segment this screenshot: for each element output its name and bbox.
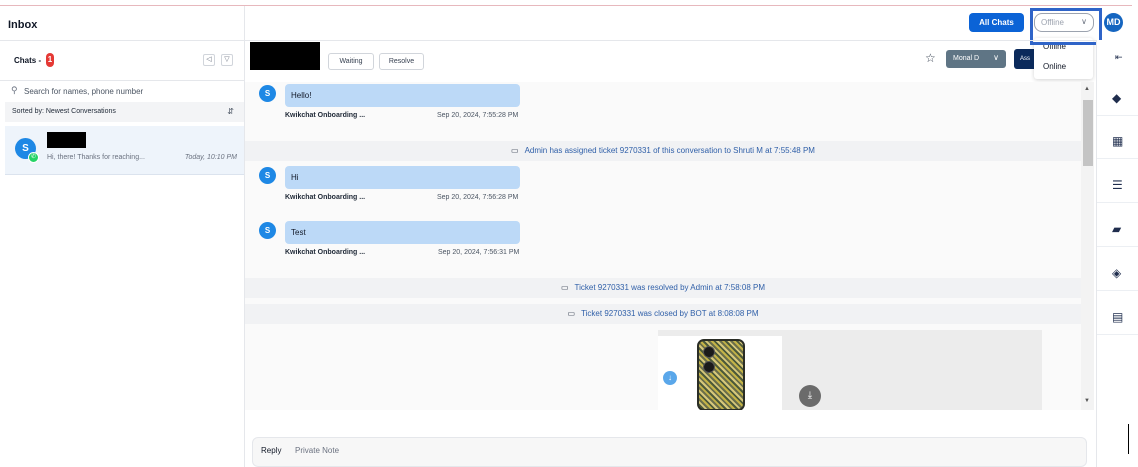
message-time: Sep 20, 2024, 7:56:31 PM <box>438 249 520 256</box>
message-avatar: S <box>259 85 276 102</box>
message-bubble: Test <box>285 221 520 244</box>
collapse-icon[interactable]: ⇤ <box>1115 52 1123 63</box>
message-thread: S Hello! Kwikchat Onboarding ... Sep 20,… <box>245 82 1081 410</box>
divider <box>0 80 244 81</box>
agent-select[interactable]: Monal D ∨ <box>946 50 1006 68</box>
search-icon: ⚲ <box>11 85 18 95</box>
system-event-text: Ticket 9270331 was closed by BOT at 8:08… <box>581 309 759 318</box>
message-time: Sep 20, 2024, 7:56:28 PM <box>437 194 519 201</box>
redacted-contact-name <box>47 132 86 148</box>
system-event-row: ▭ Ticket 9270331 was resolved by Admin at… <box>245 278 1081 298</box>
download-icon[interactable]: ⤓ <box>799 385 821 407</box>
chevron-down-icon: ∨ <box>993 53 999 62</box>
calendar-icon: ▦ <box>1112 134 1124 148</box>
conversation-preview: Hi, there! Thanks for reaching... <box>47 154 145 161</box>
user-avatar[interactable]: MD <box>1104 13 1123 32</box>
edge-line <box>1128 424 1129 454</box>
rail-item-list[interactable]: ☰ <box>1097 168 1138 203</box>
camera-lens <box>703 361 715 373</box>
rail-item-orders[interactable]: ▰ <box>1097 212 1138 247</box>
document-icon: ▤ <box>1112 310 1124 324</box>
system-event-row: ▭ Admin has assigned ticket 9270331 of th… <box>245 141 1081 161</box>
message-sender: Kwikchat Onboarding ... <box>285 194 366 201</box>
message-sender: Kwikchat Onboarding ... <box>285 112 366 119</box>
archive-icon: ▭ <box>511 146 519 155</box>
mute-icon[interactable]: ◁ <box>203 54 215 66</box>
all-chats-button[interactable]: All Chats <box>969 13 1024 32</box>
chat-app: Inbox Chats - 1 ◁ ▽ ⚲ Sorted by: Newest … <box>0 0 1138 467</box>
sort-label: Sorted by: Newest Conversations <box>12 108 116 115</box>
system-event-row: ▭ Ticket 9270331 was closed by BOT at 8:0… <box>245 304 1081 324</box>
inbox-title: Inbox <box>8 19 38 31</box>
message-time: Sep 20, 2024, 7:55:28 PM <box>437 112 519 119</box>
scroll-up-icon[interactable]: ▲ <box>1084 86 1090 92</box>
conversation-time: Today, 10:10 PM <box>184 154 237 161</box>
tags-icon: ◈ <box>1112 266 1122 280</box>
divider <box>0 40 244 41</box>
download-icon[interactable]: ↓ <box>663 371 677 385</box>
divider <box>245 40 1096 41</box>
resolve-button[interactable]: Resolve <box>379 53 424 70</box>
star-icon[interactable]: ☆ <box>925 51 936 65</box>
rail-item-labels[interactable]: ◈ <box>1097 256 1138 291</box>
sort-bar[interactable]: Sorted by: Newest Conversations ⇵ <box>5 102 244 122</box>
reply-composer[interactable]: Reply Private Note <box>252 437 1087 467</box>
chats-filter-label[interactable]: Chats - <box>14 56 41 65</box>
sort-order-icon[interactable]: ⇵ <box>227 107 234 116</box>
image-thumbnail[interactable]: ↓ <box>658 336 782 410</box>
unread-badge: 1 <box>46 53 54 67</box>
rail-item-documents[interactable]: ▤ <box>1097 300 1138 335</box>
assign-button[interactable]: Ass <box>1014 49 1034 69</box>
camera-lens <box>703 346 715 358</box>
phone-image <box>697 339 745 410</box>
inbox-panel: Inbox Chats - 1 ◁ ▽ ⚲ Sorted by: Newest … <box>0 6 245 467</box>
conversation-list-item[interactable]: S ✆ Hi, there! Thanks for reaching... To… <box>5 126 244 175</box>
tab-private-note[interactable]: Private Note <box>295 446 339 455</box>
rail-item-calendar[interactable]: ▦ <box>1097 124 1138 159</box>
archive-icon: ▭ <box>560 283 569 292</box>
whatsapp-icon: ✆ <box>28 152 39 163</box>
message-sender: Kwikchat Onboarding ... <box>285 249 366 256</box>
message-bubble: Hello! <box>285 84 520 107</box>
list-icon: ☰ <box>1112 178 1123 192</box>
rail-item-tags[interactable]: ◆ <box>1097 81 1138 116</box>
agent-name: Monal D <box>953 55 980 62</box>
filter-icon[interactable]: ▽ <box>221 54 233 66</box>
message-avatar: S <box>259 222 276 239</box>
scroll-down-icon[interactable]: ▼ <box>1084 398 1090 404</box>
archive-icon: ▭ <box>567 309 576 318</box>
scrollbar-thumb[interactable] <box>1083 100 1093 166</box>
system-event-text: Ticket 9270331 was resolved by Admin at … <box>574 283 766 292</box>
message-bubble: Hi <box>285 166 520 189</box>
bag-icon: ▰ <box>1112 222 1122 236</box>
right-rail: ◆ ▦ ☰ ▰ ◈ ▤ <box>1096 40 1138 467</box>
tab-reply[interactable]: Reply <box>261 446 281 455</box>
redacted-contact-header <box>250 42 320 70</box>
search-input[interactable] <box>24 84 234 98</box>
waiting-button[interactable]: Waiting <box>328 53 374 70</box>
media-attachment[interactable]: ↓ ⤓ <box>658 330 1042 410</box>
system-event-text: Admin has assigned ticket 9270331 of thi… <box>524 146 815 155</box>
message-avatar: S <box>259 167 276 184</box>
tag-icon: ◆ <box>1112 91 1122 105</box>
status-option-online[interactable]: Online <box>1043 62 1066 71</box>
